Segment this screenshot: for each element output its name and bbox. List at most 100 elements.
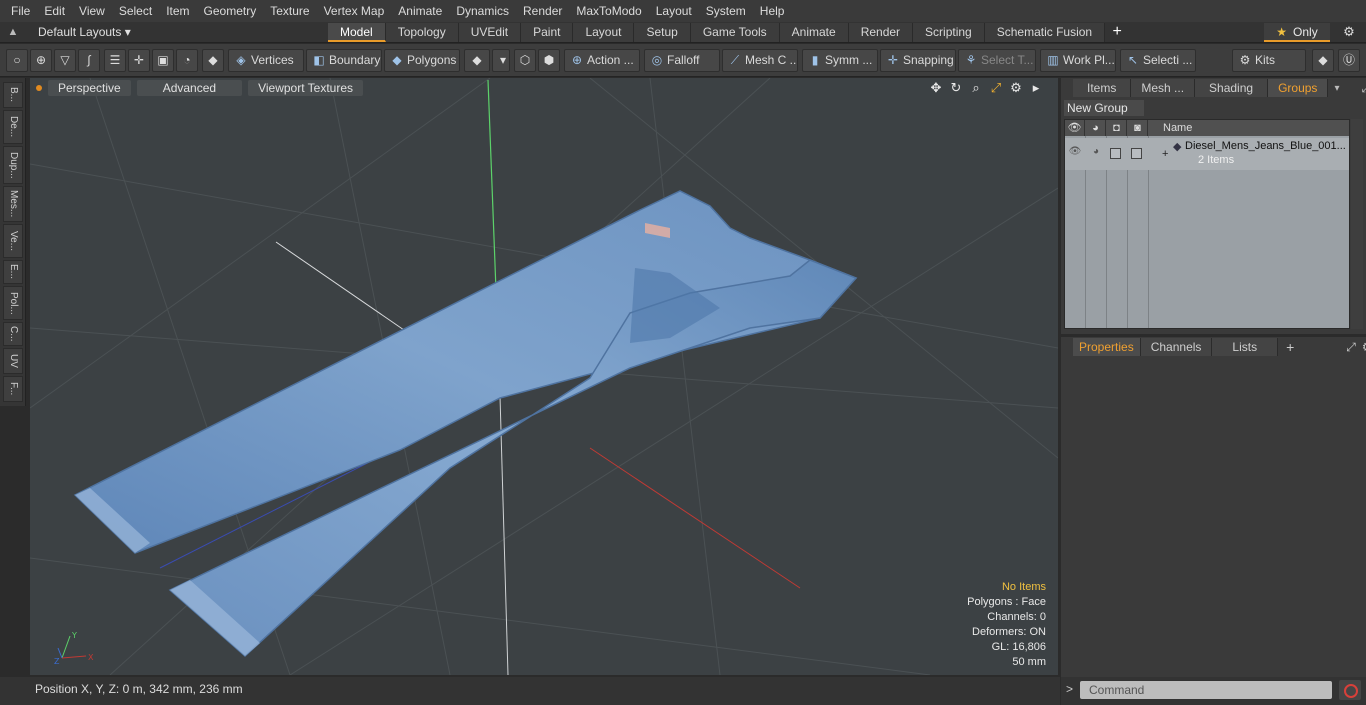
menu-select[interactable]: Select <box>112 0 159 22</box>
new-group-button[interactable]: New Group <box>1064 100 1144 116</box>
viewport-menu-dot[interactable] <box>36 85 42 91</box>
render-toggle-icon[interactable]: ◕ <box>1089 146 1103 158</box>
symmetry-a-button[interactable]: ⬡ <box>514 49 536 72</box>
snapping-button[interactable]: ✛ Snapping <box>880 49 956 72</box>
gear-icon[interactable]: ⚙ <box>1338 24 1360 40</box>
menu-texture[interactable]: Texture <box>263 0 316 22</box>
select-circle-button[interactable]: ○ <box>6 49 28 72</box>
jeans-model[interactable] <box>73 190 858 658</box>
boundary-button[interactable]: ◧ Boundary <box>306 49 382 72</box>
tab-paint[interactable]: Paint <box>521 22 574 42</box>
tab-items[interactable]: Items <box>1073 79 1132 97</box>
default-layouts-dropdown[interactable]: Default Layouts ▾ <box>26 25 326 39</box>
left-tab-mesh-edit[interactable]: Mes... <box>3 186 23 222</box>
menu-geometry[interactable]: Geometry <box>197 0 264 22</box>
record-macro-button[interactable] <box>1339 680 1361 700</box>
tab-render[interactable]: Render <box>848 22 914 42</box>
panel-expand-icon[interactable]: ⤢ <box>1361 81 1366 96</box>
menu-layout[interactable]: Layout <box>649 0 699 22</box>
left-tab-basic[interactable]: B... <box>3 82 23 108</box>
unreal-button[interactable]: Ⓤ <box>1338 49 1360 72</box>
tab-shading[interactable]: Shading <box>1195 79 1269 97</box>
menu-vertex-map[interactable]: Vertex Map <box>317 0 392 22</box>
left-tab-deform[interactable]: De... <box>3 110 23 144</box>
viewport-gear-icon[interactable]: ⚙ <box>1008 80 1024 96</box>
tab-channels[interactable]: Channels <box>1140 338 1213 356</box>
rotate-button[interactable]: ◔ <box>176 49 198 72</box>
left-tab-polygon[interactable]: Pol... <box>3 286 23 320</box>
kits-button[interactable]: ⚙ Kits <box>1232 49 1306 72</box>
brush-button[interactable]: ∫ <box>78 49 100 72</box>
left-tab-vertex[interactable]: Ve... <box>3 224 23 258</box>
menu-render[interactable]: Render <box>516 0 569 22</box>
symmetry-b-button[interactable]: ⬢ <box>538 49 560 72</box>
tab-groups[interactable]: Groups <box>1268 79 1329 97</box>
left-tab-fusion[interactable]: F... <box>3 376 23 402</box>
left-tab-duplicate[interactable]: Dup... <box>3 146 23 184</box>
tab-properties[interactable]: Properties <box>1073 338 1141 356</box>
eye-icon[interactable]: 👁 <box>1068 146 1082 158</box>
mesh-constraint-button[interactable]: ⟋ Mesh C ... <box>722 49 798 72</box>
vertices-button[interactable]: ◈ Vertices <box>228 49 304 72</box>
render-header-icon[interactable]: ◕ <box>1086 120 1106 136</box>
unity-button[interactable]: ◆ <box>1312 49 1334 72</box>
material-button[interactable]: ◆ <box>464 49 490 72</box>
menu-dynamics[interactable]: Dynamics <box>449 0 516 22</box>
select-header-icon[interactable]: ◙ <box>1128 120 1148 136</box>
orbit-icon[interactable]: ↻ <box>948 80 964 96</box>
select-checkbox[interactable] <box>1131 148 1142 159</box>
tab-lists[interactable]: Lists <box>1212 338 1279 356</box>
tab-scripting[interactable]: Scripting <box>913 22 985 42</box>
lock-checkbox[interactable] <box>1110 148 1121 159</box>
select-through-button[interactable]: ⚘ Select T... <box>958 49 1036 72</box>
groups-scrollbar[interactable] <box>1351 119 1363 329</box>
advanced-button[interactable]: Advanced <box>136 80 243 96</box>
menu-item[interactable]: Item <box>159 0 196 22</box>
add-tab-icon[interactable]: + <box>1105 23 1129 41</box>
falloff-button[interactable]: ◎ Falloff <box>644 49 720 72</box>
menu-help[interactable]: Help <box>753 0 792 22</box>
material-dropdown[interactable]: ▾ <box>492 49 510 72</box>
menu-animate[interactable]: Animate <box>391 0 449 22</box>
layout-up-icon[interactable]: ▲ <box>0 26 26 38</box>
symmetry-button[interactable]: ▮ Symm ... <box>802 49 878 72</box>
tab-mesh[interactable]: Mesh ... <box>1131 79 1196 97</box>
props-gear-icon[interactable]: ⚙ <box>1362 340 1366 354</box>
only-toggle[interactable]: ★ Only <box>1264 23 1330 42</box>
zoom-icon[interactable]: ⌕ <box>968 80 984 96</box>
arrow-right-icon[interactable]: ▸ <box>1028 80 1044 96</box>
3d-viewport[interactable]: Perspective Advanced Viewport Textures ✥… <box>30 78 1058 675</box>
transform-button[interactable]: ✛ <box>128 49 150 72</box>
command-input[interactable]: Command <box>1080 681 1332 699</box>
left-tab-curve[interactable]: C... <box>3 322 23 346</box>
pan-icon[interactable]: ✥ <box>928 80 944 96</box>
action-button[interactable]: ⊕ Action ... <box>564 49 640 72</box>
expand-icon[interactable]: + <box>1162 148 1168 160</box>
menu-file[interactable]: File <box>4 0 37 22</box>
tab-model[interactable]: Model <box>328 22 386 42</box>
tab-uvedit[interactable]: UVEdit <box>458 22 522 42</box>
menu-view[interactable]: View <box>72 0 112 22</box>
tab-setup[interactable]: Setup <box>634 22 691 42</box>
left-tab-edge[interactable]: E... <box>3 260 23 284</box>
work-plane-button[interactable]: ▥ Work Pl... <box>1040 49 1116 72</box>
menu-edit[interactable]: Edit <box>37 0 72 22</box>
add-tab-plus-icon[interactable]: + <box>1286 339 1294 355</box>
perspective-button[interactable]: Perspective <box>48 80 131 96</box>
left-tab-uv[interactable]: UV <box>3 348 23 374</box>
globe-button[interactable]: ⊕ <box>30 49 52 72</box>
group-row[interactable]: 👁 ◕ + ◆ Diesel_Mens_Jeans_Blue_001... 2 … <box>1065 138 1349 170</box>
pen-button[interactable]: ▽ <box>54 49 76 72</box>
item-mode-button[interactable]: ◆ <box>202 49 224 72</box>
props-expand-icon[interactable]: ⤢ <box>1346 340 1356 355</box>
viewport-textures-button[interactable]: Viewport Textures <box>248 80 364 96</box>
polygons-button[interactable]: ◆ Polygons <box>384 49 460 72</box>
menu-system[interactable]: System <box>699 0 753 22</box>
lock-header-icon[interactable]: ◘ <box>1107 120 1127 136</box>
tab-game-tools[interactable]: Game Tools <box>690 22 780 42</box>
tabs-dropdown-icon[interactable]: ▾ <box>1334 83 1339 94</box>
maximize-icon[interactable]: ⤢ <box>988 80 1004 96</box>
tab-layout[interactable]: Layout <box>573 22 635 42</box>
visibility-header-icon[interactable]: 👁 <box>1065 120 1085 136</box>
align-button[interactable]: ☰ <box>104 49 126 72</box>
